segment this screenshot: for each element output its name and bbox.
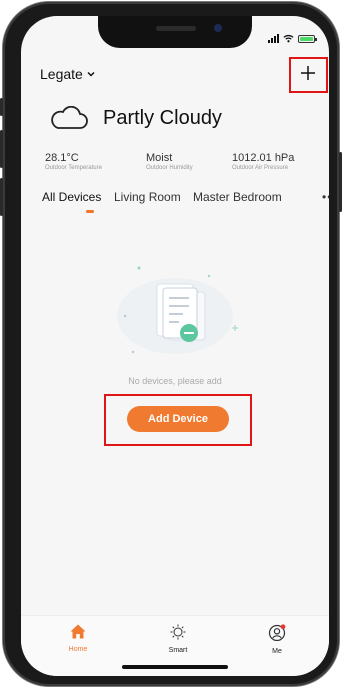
metric-label: Outdoor Air Pressure [232,165,289,171]
empty-document-icon [117,266,238,354]
home-icon [70,624,86,639]
home-indicator [122,665,228,669]
user-icon [268,624,286,642]
more-tabs-icon[interactable]: ••• [322,190,329,204]
tabbar-label: Home [68,646,88,653]
weather-summary: Partly Cloudy [49,106,222,130]
room-tabs: All Devices Living Room Master Bedroom •… [42,190,329,214]
home-selector[interactable]: Legate [40,66,95,82]
metric-temperature: 28.1°C Outdoor Temperature [45,152,102,171]
empty-message: No devices, please add [128,376,222,386]
power-button [339,152,342,212]
wifi-icon [283,34,294,43]
metric-label: Outdoor Temperature [45,165,102,171]
camera [214,24,222,32]
volume-down-button [0,178,3,216]
notch [98,16,252,48]
sun-icon [170,624,186,640]
home-name: Legate [40,66,83,82]
app-screen: Legate Partly Cloudy 28.1°C Outdoor Temp… [21,16,329,676]
tab-master-bedroom[interactable]: Master Bedroom [193,190,282,204]
signal-icon [268,34,279,43]
empty-state-illustration [21,256,329,371]
tabbar-me[interactable]: Me [247,624,307,655]
tab-living-room[interactable]: Living Room [114,190,181,204]
speaker [156,26,196,31]
cloud-icon [51,106,88,129]
metric-value: 1012.01 hPa [232,152,295,164]
metric-value: 28.1°C [45,152,79,164]
mute-switch [0,98,3,116]
chevron-down-icon [87,71,95,77]
highlight-add-button [289,57,328,93]
tab-all-devices[interactable]: All Devices [42,190,101,204]
weather-title: Partly Cloudy [103,106,222,129]
metric-label: Outdoor Humidity [146,165,193,171]
phone-frame: Legate Partly Cloudy 28.1°C Outdoor Temp… [0,2,342,686]
volume-up-button [0,130,3,168]
metric-pressure: 1012.01 hPa Outdoor Air Pressure [232,152,294,171]
status-bar [268,34,317,43]
tabbar-label: Smart [168,647,188,654]
tabbar-home[interactable]: Home [48,624,108,653]
metric-value: Moist [146,152,173,164]
battery-icon [298,34,317,43]
metric-humidity: Moist Outdoor Humidity [146,152,193,171]
highlight-add-device [104,394,252,446]
active-tab-indicator [86,210,94,213]
tabbar-smart[interactable]: Smart [148,624,208,654]
tabbar-label: Me [272,648,282,655]
